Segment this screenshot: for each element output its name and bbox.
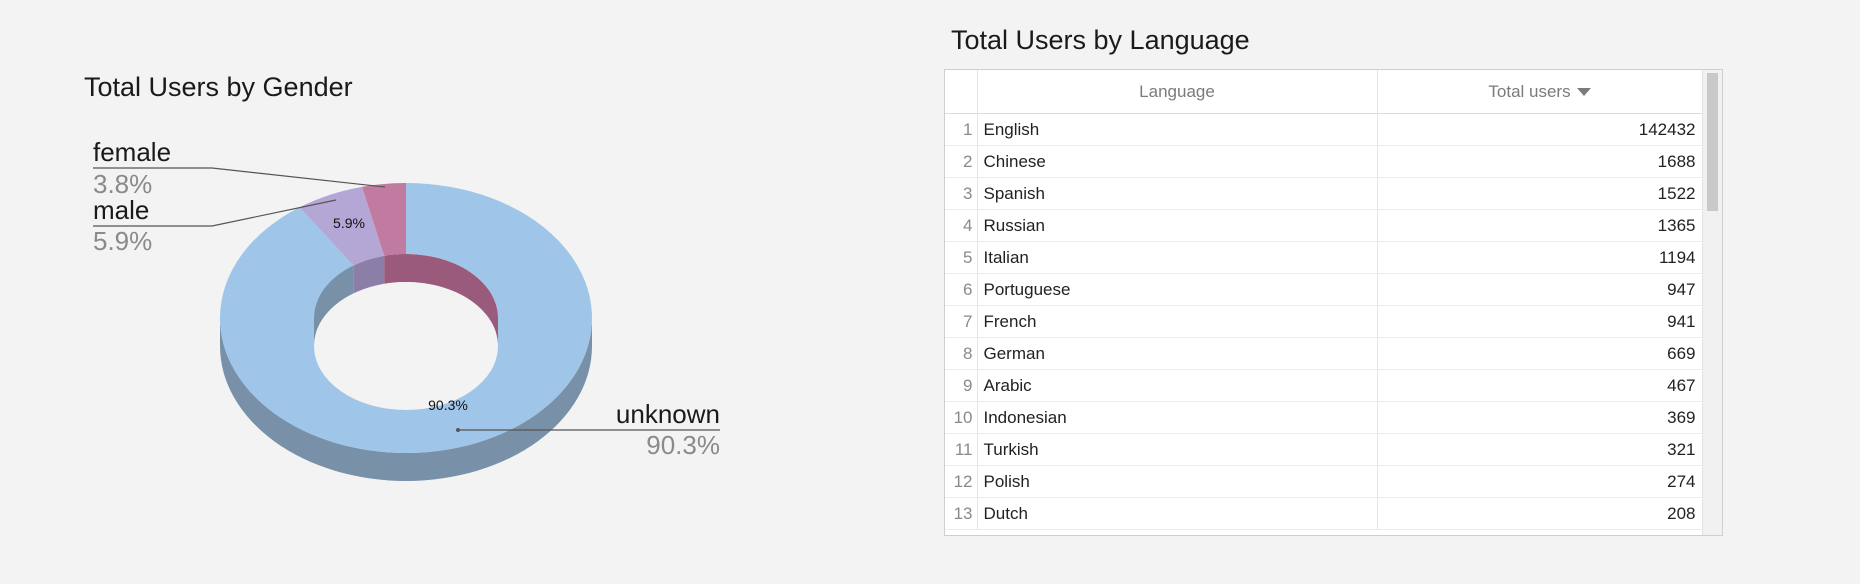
- language-cell: Dutch: [977, 497, 1378, 530]
- callout-male-pct: 5.9%: [93, 226, 152, 256]
- table-row[interactable]: 12 Polish 274: [945, 465, 1703, 498]
- total-users-cell: 274: [1377, 465, 1703, 498]
- total-users-cell: 369: [1377, 401, 1703, 434]
- header-language-label: Language: [1139, 81, 1215, 101]
- language-table: Language Total users 1 English 142432 2 Chin…: [944, 69, 1723, 536]
- language-cell: English: [977, 113, 1378, 146]
- table-row[interactable]: 11 Turkish 321: [945, 433, 1703, 466]
- table-row[interactable]: 4 Russian 1365: [945, 209, 1703, 242]
- header-total-users-label: Total users: [1488, 81, 1571, 101]
- callout-unknown-name: unknown: [616, 399, 720, 429]
- callout-dot-unknown: [456, 428, 460, 432]
- row-index: 2: [945, 145, 978, 178]
- language-table-title: Total Users by Language: [951, 25, 1250, 55]
- total-users-cell: 208: [1377, 497, 1703, 530]
- row-index: 9: [945, 369, 978, 402]
- slice-label-male: 5.9%: [333, 215, 365, 231]
- language-cell: Turkish: [977, 433, 1378, 466]
- header-total-users[interactable]: Total users: [1377, 70, 1703, 114]
- row-index: 4: [945, 209, 978, 242]
- row-index: 10: [945, 401, 978, 434]
- table-row[interactable]: 5 Italian 1194: [945, 241, 1703, 274]
- table-row[interactable]: 10 Indonesian 369: [945, 401, 1703, 434]
- row-index: 11: [945, 433, 978, 466]
- scrollbar-thumb[interactable]: [1707, 73, 1718, 211]
- language-cell: German: [977, 337, 1378, 370]
- table-row[interactable]: 6 Portuguese 947: [945, 273, 1703, 306]
- table-row[interactable]: 3 Spanish 1522: [945, 177, 1703, 210]
- language-cell: Arabic: [977, 369, 1378, 402]
- total-users-cell: 947: [1377, 273, 1703, 306]
- total-users-cell: 1522: [1377, 177, 1703, 210]
- table-row[interactable]: 8 German 669: [945, 337, 1703, 370]
- row-index: 8: [945, 337, 978, 370]
- total-users-cell: 142432: [1377, 113, 1703, 146]
- row-index: 13: [945, 497, 978, 530]
- total-users-cell: 941: [1377, 305, 1703, 338]
- table-scrollbar[interactable]: [1702, 70, 1722, 535]
- slice-label-unknown: 90.3%: [428, 397, 468, 413]
- total-users-cell: 1365: [1377, 209, 1703, 242]
- row-index: 5: [945, 241, 978, 274]
- table-row[interactable]: 2 Chinese 1688: [945, 145, 1703, 178]
- language-cell: Italian: [977, 241, 1378, 274]
- table-row[interactable]: 13 Dutch 208: [945, 497, 1703, 530]
- table-row[interactable]: 9 Arabic 467: [945, 369, 1703, 402]
- callout-unknown-pct: 90.3%: [646, 430, 720, 460]
- language-cell: French: [977, 305, 1378, 338]
- language-cell: Spanish: [977, 177, 1378, 210]
- header-language[interactable]: Language: [977, 70, 1378, 114]
- callout-male-name: male: [93, 195, 149, 225]
- total-users-cell: 669: [1377, 337, 1703, 370]
- row-index: 3: [945, 177, 978, 210]
- total-users-cell: 1194: [1377, 241, 1703, 274]
- row-index: 6: [945, 273, 978, 306]
- language-cell: Portuguese: [977, 273, 1378, 306]
- callout-female-name: female: [93, 137, 171, 167]
- language-cell: Chinese: [977, 145, 1378, 178]
- table-row[interactable]: 7 French 941: [945, 305, 1703, 338]
- sort-descending-icon[interactable]: [1576, 88, 1591, 97]
- language-cell: Indonesian: [977, 401, 1378, 434]
- row-index: 12: [945, 465, 978, 498]
- donut-hole-floor: [314, 282, 498, 410]
- table-row[interactable]: 1 English 142432: [945, 113, 1703, 146]
- total-users-cell: 321: [1377, 433, 1703, 466]
- gender-donut-chart: 5.9%90.3%female3.8%male5.9%unknown90.3%: [93, 137, 720, 481]
- row-index: 7: [945, 305, 978, 338]
- language-cell: Russian: [977, 209, 1378, 242]
- total-users-cell: 1688: [1377, 145, 1703, 178]
- total-users-cell: 467: [1377, 369, 1703, 402]
- row-index: 1: [945, 113, 978, 146]
- header-index: [945, 70, 978, 114]
- language-cell: Polish: [977, 465, 1378, 498]
